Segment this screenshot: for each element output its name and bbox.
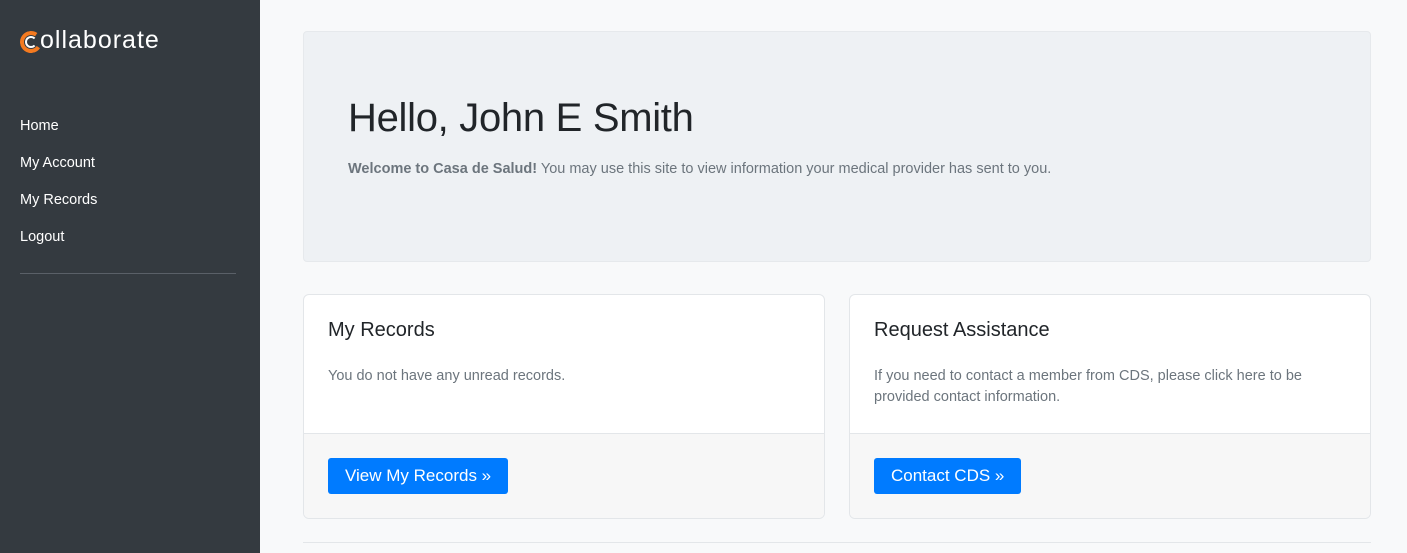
welcome-message: Welcome to Casa de Salud! You may use th…	[348, 161, 1326, 177]
sidebar-nav: Home My Account My Records Logout	[20, 108, 240, 256]
main-content: Hello, John E Smith Welcome to Casa de S…	[260, 0, 1407, 553]
sidebar-item-logout[interactable]: Logout	[20, 219, 240, 256]
sidebar-item-home[interactable]: Home	[20, 108, 240, 145]
brand-logo[interactable]: ollaborate	[18, 24, 240, 56]
sidebar: ollaborate Home My Account My Records Lo…	[0, 0, 260, 553]
welcome-site-name: Welcome to Casa de Salud!	[348, 161, 538, 177]
request-assistance-card: Request Assistance If you need to contac…	[849, 294, 1371, 519]
card-text: You do not have any unread records.	[328, 368, 566, 384]
card-row: My Records You do not have any unread re…	[303, 294, 1371, 519]
collaborate-logo-icon	[18, 29, 44, 55]
card-title: Request Assistance	[874, 319, 1050, 341]
card-body: My Records You do not have any unread re…	[304, 295, 824, 434]
welcome-jumbotron: Hello, John E Smith Welcome to Casa de S…	[303, 31, 1371, 262]
brand-name: ollaborate	[40, 25, 160, 54]
card-body: Request Assistance If you need to contac…	[850, 295, 1370, 434]
sidebar-item-my-records[interactable]: My Records	[20, 182, 240, 219]
content-divider	[303, 542, 1371, 543]
card-footer: Contact CDS »	[850, 434, 1370, 518]
card-text: If you need to contact a member from CDS…	[874, 368, 1302, 405]
welcome-description: You may use this site to view informatio…	[537, 161, 1052, 177]
page-title: Hello, John E Smith	[348, 96, 694, 140]
app-root: ollaborate Home My Account My Records Lo…	[0, 0, 1407, 553]
card-footer: View My Records »	[304, 434, 824, 518]
sidebar-item-my-account[interactable]: My Account	[20, 145, 240, 182]
card-title: My Records	[328, 319, 435, 341]
my-records-card: My Records You do not have any unread re…	[303, 294, 825, 519]
contact-cds-button[interactable]: Contact CDS »	[874, 458, 1022, 494]
sidebar-divider	[20, 273, 236, 274]
view-my-records-button[interactable]: View My Records »	[328, 458, 509, 494]
